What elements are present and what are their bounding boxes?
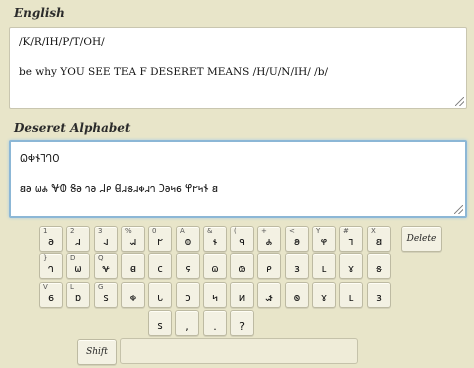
- deseret-key[interactable]: & 𐐮: [203, 226, 227, 252]
- english-line-2: be why YOU SEE TEA F DESERET MEANS /H/U/…: [19, 66, 328, 78]
- deseret-key[interactable]: 𐑋: [176, 282, 200, 308]
- deseret-key[interactable]: D𐐶: [66, 253, 90, 279]
- deseret-key[interactable]: 𐑊: [148, 282, 172, 308]
- key-glyph: 𐐱: [129, 235, 137, 248]
- deseret-line-2: 𐐺𐐨 𐐶𐐴 𐐏𐐅 𐐝𐐨 𐐻𐐨 𐐇𐑁 𐐔𐐯𐑅𐐯𐑉𐐯𐐻 𐐣𐐨𐑌𐑆 𐐐𐐲𐑌𐐆 𐐺: [20, 183, 218, 195]
- resize-grip-icon[interactable]: [455, 97, 464, 106]
- key-glyph: 𐐳: [239, 235, 245, 248]
- deseret-key[interactable]: % 𐐱: [121, 226, 145, 252]
- key-glyph: ,: [185, 320, 189, 333]
- deseret-key[interactable]: 𐑉: [121, 282, 145, 308]
- english-textarea[interactable]: /K/R/IH/P/T/OH/ be why YOU SEE TEA F DES…: [9, 27, 467, 109]
- key-glyph: 𐑂: [294, 262, 300, 275]
- deseret-key[interactable]: 3𐐰: [94, 226, 118, 252]
- key-glyph: 𐑄: [321, 291, 327, 304]
- deseret-key[interactable]: 𐑍: [230, 282, 254, 308]
- deseret-key[interactable]: V𐑆: [39, 282, 63, 308]
- key-glyph: 𐐿: [211, 262, 219, 275]
- deseret-key[interactable]: 𐑈: [148, 310, 172, 336]
- deseret-key[interactable]: ?: [230, 310, 254, 336]
- key-glyph: 𐐼: [129, 262, 137, 275]
- deseret-key[interactable]: 𐑀: [230, 253, 254, 279]
- shift-key[interactable]: Shift: [77, 339, 117, 365]
- deseret-key[interactable]: 0𐐲: [148, 226, 172, 252]
- deseret-textarea[interactable]: 𐐗𐐡𐐆𐐑𐐓𐐄 𐐺𐐨 𐐶𐐴 𐐏𐐅 𐐝𐐨 𐐻𐐨 𐐇𐑁 𐐔𐐯𐑅𐐯𐑉𐐯𐐻 𐐣𐐨𐑌𐑆 𐐐𐐲…: [9, 140, 467, 218]
- deseret-key[interactable]: .: [203, 310, 227, 336]
- english-label: English: [14, 6, 65, 20]
- deseret-key[interactable]: 𐑄: [312, 282, 336, 308]
- key-glyph: 𐐸: [320, 235, 328, 248]
- key-glyph: 𐐰: [103, 235, 109, 248]
- deseret-key[interactable]: (𐐳: [230, 226, 254, 252]
- key-glyph: ?: [239, 320, 245, 333]
- deseret-key[interactable]: 𐑃: [339, 282, 363, 308]
- deseret-key[interactable]: X𐐺: [367, 226, 391, 252]
- key-glyph: 𐑌: [212, 291, 218, 304]
- key-glyph: 𐑃: [321, 262, 327, 275]
- deseret-key[interactable]: 𐐼: [121, 253, 145, 279]
- deseret-key[interactable]: 𐐽: [148, 253, 172, 279]
- key-glyph: 𐐨: [48, 235, 54, 248]
- key-glyph: 𐑋: [185, 291, 191, 304]
- key-glyph: 𐑆: [48, 291, 54, 304]
- key-glyph: 𐐺: [375, 235, 383, 248]
- deseret-key[interactable]: 𐑂: [367, 282, 391, 308]
- key-glyph: 𐑅: [375, 262, 383, 275]
- deseret-key[interactable]: 𐑌: [203, 282, 227, 308]
- key-glyph: 𐑇: [74, 291, 82, 304]
- key-glyph: 𐑈: [157, 319, 163, 332]
- deseret-key[interactable]: 𐑃: [312, 253, 336, 279]
- deseret-key[interactable]: 1𐐨: [39, 226, 63, 252]
- key-glyph: 𐑀: [238, 262, 246, 275]
- deseret-key[interactable]: Q𐐷: [94, 253, 118, 279]
- key-glyph: 𐑈: [103, 291, 109, 304]
- key-glyph: 𐑏: [293, 291, 301, 304]
- key-glyph: 𐐵: [293, 235, 301, 248]
- delete-key[interactable]: Delete: [401, 226, 442, 252]
- deseret-key[interactable]: Y𐐸: [312, 226, 336, 252]
- resize-grip-icon[interactable]: [454, 205, 463, 214]
- key-glyph: .: [213, 320, 217, 333]
- key-glyph: 𐑍: [238, 291, 246, 304]
- key-glyph: 𐐽: [157, 262, 163, 275]
- deseret-key[interactable]: A𐐭: [176, 226, 200, 252]
- key-glyph: 𐑎: [265, 291, 273, 304]
- key-glyph: 𐐴: [265, 235, 273, 248]
- deseret-key[interactable]: L𐑇: [66, 282, 90, 308]
- key-glyph: 𐐭: [184, 235, 192, 248]
- deseret-key[interactable]: 𐑏: [285, 282, 309, 308]
- deseret-key[interactable]: + 𐐴: [257, 226, 281, 252]
- deseret-key[interactable]: 2𐐯: [66, 226, 90, 252]
- deseret-key[interactable]: < 𐐵: [285, 226, 309, 252]
- deseret-key[interactable]: G𐑈: [94, 282, 118, 308]
- key-glyph: 𐑃: [348, 291, 354, 304]
- key-glyph: 𐑁: [266, 262, 272, 275]
- key-glyph: 𐐲: [157, 235, 163, 248]
- key-glyph: 𐑄: [348, 262, 354, 275]
- deseret-key[interactable]: 𐐾: [176, 253, 200, 279]
- key-glyph: 𐑉: [129, 291, 137, 304]
- key-glyph: 𐐾: [185, 262, 191, 275]
- deseret-key[interactable]: 𐑄: [339, 253, 363, 279]
- key-glyph: 𐐶: [74, 262, 82, 275]
- deseret-key[interactable]: ,: [175, 310, 199, 336]
- key-glyph: 𐐮: [212, 235, 218, 248]
- deseret-key[interactable]: 𐑎: [257, 282, 281, 308]
- key-glyph: 𐑂: [376, 291, 382, 304]
- deseret-key[interactable]: 𐑅: [367, 253, 391, 279]
- deseret-key[interactable]: 𐑁: [257, 253, 281, 279]
- key-glyph: 𐐯: [75, 235, 81, 248]
- key-glyph: 𐑊: [157, 291, 163, 304]
- deseret-key[interactable]: 𐐿: [203, 253, 227, 279]
- space-bar[interactable]: [120, 338, 358, 364]
- english-line-1: /K/R/IH/P/T/OH/: [19, 36, 105, 48]
- deseret-label: Deseret Alphabet: [14, 121, 131, 135]
- key-glyph: 𐐷: [102, 262, 110, 275]
- deseret-key[interactable]: # 𐐹: [339, 226, 363, 252]
- deseret-line-1: 𐐗𐐡𐐆𐐑𐐓𐐄: [20, 153, 60, 165]
- key-glyph: 𐐻: [48, 262, 54, 275]
- key-glyph: 𐐹: [348, 235, 354, 248]
- deseret-key[interactable]: 𐑂: [285, 253, 309, 279]
- deseret-key[interactable]: } 𐐻: [39, 253, 63, 279]
